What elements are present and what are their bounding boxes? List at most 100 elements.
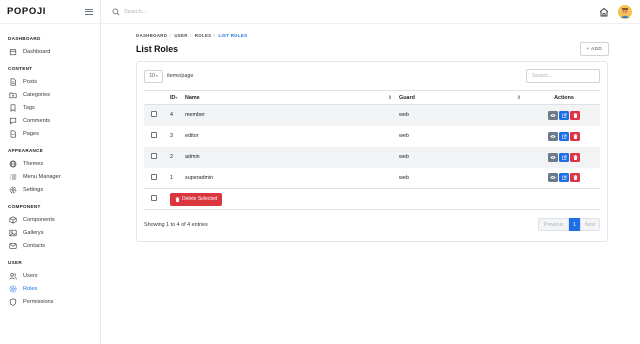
sidebar-item-label: Themes [23,160,44,167]
pagination-previous[interactable]: Previous [538,218,569,231]
sidebar-nav: DASHBOARD Dashboard CONTENT Posts Categories… [0,24,100,308]
sidebar-item-dashboard[interactable]: Dashboard [0,45,100,58]
trash-icon [573,133,577,139]
table-row: 3 editor web [144,126,600,147]
per-page-select[interactable]: 10 ▾ [144,69,163,83]
delete-button[interactable] [570,152,580,162]
header-name[interactable]: Name ⇕ [185,90,399,105]
top-search[interactable]: Search... [112,8,146,16]
breadcrumb-item-roles[interactable]: ROLES [195,33,212,38]
bookmark-icon [8,103,18,112]
delete-button[interactable] [570,173,580,183]
sidebar-item-label: Comments [23,117,51,124]
edit-button[interactable] [559,152,569,162]
row-actions [528,173,600,183]
home-icon[interactable] [598,6,609,17]
sidebar-item-posts[interactable]: Posts [0,75,100,88]
table-controls: 10 ▾ items/page Search... [144,69,600,83]
search-icon [112,8,120,16]
select-all-checkbox[interactable] [151,195,157,201]
sidebar-item-roles[interactable]: Roles [0,282,100,295]
edit-button[interactable] [559,110,569,120]
edit-icon [561,154,567,160]
table-row: 4 member web [144,104,600,126]
view-button[interactable] [548,173,558,183]
add-role-button[interactable]: + ADD [579,42,609,56]
hamburger-menu-icon[interactable] [85,8,93,15]
bulk-action-cell: Delete Selected [166,188,600,210]
breadcrumb-item-user[interactable]: USER [174,33,187,38]
eye-icon [550,176,556,180]
pagination-next[interactable]: Next [580,218,600,231]
sidebar-section-title: CONTENT [8,66,33,71]
header-guard[interactable]: Guard ⇕ [399,90,528,105]
cell-id: 3 [170,133,173,139]
delete-button[interactable] [570,110,580,120]
sidebar-item-contacts[interactable]: Contacts [0,239,100,252]
delete-selected-button[interactable]: Delete Selected [170,192,223,206]
sidebar-item-permissions[interactable]: Permissions [0,295,100,308]
users-icon [8,272,18,280]
cell-name: editor [185,133,199,139]
page-content: DASHBOARD / USER / ROLES / LIST ROLES List … [101,24,640,242]
header-id[interactable]: ID▾ [166,90,185,105]
gear-icon [8,186,18,194]
sidebar-item-label: Tags [23,104,35,111]
sidebar-item-users[interactable]: Users [0,269,100,282]
sidebar-item-label: Components [23,216,55,223]
table-row: 2 admin web [144,146,600,168]
row-checkbox[interactable] [151,153,157,159]
sidebar-item-gallerys[interactable]: Gallerys [0,226,100,239]
sidebar-item-tags[interactable]: Tags [0,101,100,114]
header-actions: Actions [528,90,600,105]
sidebar-item-themes[interactable]: Themes [0,157,100,170]
eye-icon [550,155,556,159]
pagination: Previous 1 Next [538,218,600,231]
image-icon [8,229,18,237]
trash-icon [573,154,577,160]
row-checkbox[interactable] [151,132,157,138]
page-title: List Roles [136,44,179,54]
cell-guard: web [399,133,409,139]
cell-id: 4 [166,104,185,126]
edit-button[interactable] [559,173,569,183]
sidebar-item-label: Menu Manager [23,173,61,180]
sidebar-item-label: Categories [23,91,51,98]
sidebar-item-menu-manager[interactable]: Menu Manager [0,170,100,183]
breadcrumb-current: LIST ROLES [218,33,248,38]
main-area: Search... DASHBOARD / USER / ROLES / LIST R… [101,0,640,344]
view-button[interactable] [548,131,558,141]
row-checkbox[interactable] [151,111,157,118]
cell-actions [528,146,600,168]
view-button[interactable] [548,152,558,162]
sidebar-item-pages[interactable]: Pages [0,127,100,140]
sidebar-item-components[interactable]: Components [0,213,100,226]
folder-icon [8,91,18,99]
mail-icon [8,242,18,250]
view-button[interactable] [548,110,558,120]
cell-actions [528,126,600,147]
header-name-label: Name [185,94,200,101]
delete-selected-label: Delete Selected [182,196,218,202]
row-actions [528,110,600,120]
delete-button[interactable] [570,131,580,141]
sidebar-item-settings[interactable]: Settings [0,183,100,196]
app-root: POPOJI DASHBOARD Dashboard CONTENT Posts Cat… [0,0,640,344]
sidebar-section-title: USER [8,260,22,265]
avatar[interactable] [618,4,632,19]
breadcrumb-item-dashboard[interactable]: DASHBOARD [136,33,167,38]
sidebar-item-categories[interactable]: Categories [0,88,100,101]
edit-icon [561,175,567,180]
trash-icon [573,112,577,118]
pagination-page-1[interactable]: 1 [569,218,580,231]
sort-icon: ▾ [175,94,178,100]
table-footer: Showing 1 to 4 of 4 entries Previous 1 N… [144,218,600,231]
edit-button[interactable] [559,131,569,141]
chevron-down-icon: ▾ [155,74,158,78]
brand-logo[interactable]: POPOJI [7,6,46,17]
row-actions [528,131,600,141]
table-search-input[interactable]: Search... [526,69,600,83]
row-checkbox[interactable] [151,173,157,180]
sidebar-item-comments[interactable]: Comments [0,114,100,127]
sidebar-section-title: DASHBOARD [8,36,41,41]
